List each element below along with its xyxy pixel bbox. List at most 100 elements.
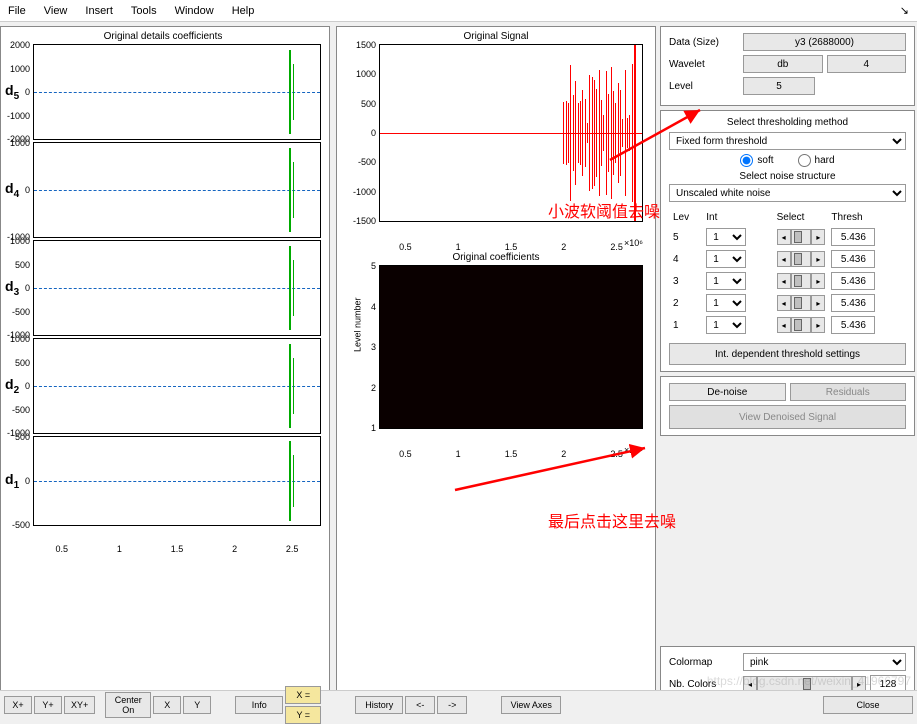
thresh-int-select[interactable]: 1 (706, 272, 746, 290)
menu-file[interactable]: File (8, 5, 26, 17)
thresh-slider-dec[interactable]: ◂ (777, 295, 791, 311)
thresh-slider[interactable] (791, 251, 812, 267)
denoise-button[interactable]: De-noise (669, 383, 786, 401)
thresh-row: 21 ◂ ▸ (671, 293, 904, 313)
level-value[interactable]: 5 (743, 77, 815, 95)
history-fwd[interactable]: -> (437, 696, 467, 714)
thresh-value[interactable] (831, 294, 875, 312)
zoom-y-plus[interactable]: Y+ (34, 696, 62, 714)
coord-y: Y = (285, 706, 321, 724)
residuals-button[interactable]: Residuals (790, 383, 907, 401)
detail-plot-d3: 10005000-500-1000 (33, 240, 321, 336)
nbcolors-label: Nb. Colors (669, 679, 739, 690)
detail-plot-d2: 10005000-500-1000 (33, 338, 321, 434)
col-int: Int (704, 210, 772, 225)
thresh-slider[interactable] (791, 229, 812, 245)
thresh-slider-inc[interactable]: ▸ (811, 251, 825, 267)
coef-xexp: ×10⁶ (624, 445, 643, 455)
thresh-slider-inc[interactable]: ▸ (811, 295, 825, 311)
menu-insert[interactable]: Insert (85, 5, 113, 17)
detail-plot-d4: 10000-1000 (33, 142, 321, 238)
thresh-int-select[interactable]: 1 (706, 228, 746, 246)
details-title: Original details coefficients (5, 31, 321, 42)
thresh-lev: 4 (671, 249, 702, 269)
thresh-slider[interactable] (791, 295, 812, 311)
history-button[interactable]: History (355, 696, 403, 714)
data-size-value[interactable]: y3 (2688000) (743, 33, 906, 51)
details-panel: Original details coefficients d520001000… (0, 26, 330, 704)
close-button[interactable]: Close (823, 696, 913, 714)
noise-struct-select[interactable]: Unscaled white noise (669, 184, 906, 202)
wavelet-number[interactable]: 4 (827, 55, 907, 73)
thresh-value[interactable] (831, 228, 875, 246)
colormap-select[interactable]: pink (743, 653, 906, 671)
view-denoised-button[interactable]: View Denoised Signal (669, 405, 906, 429)
radio-hard-input[interactable] (798, 154, 811, 167)
wavelet-family[interactable]: db (743, 55, 823, 73)
col-lev: Lev (671, 210, 702, 225)
colormap-label: Colormap (669, 657, 739, 668)
wavelet-label: Wavelet (669, 59, 739, 70)
menubar: File View Insert Tools Window Help ↘ (0, 0, 917, 22)
details-xaxis: 0.511.522.5 (33, 544, 321, 556)
coef-ylabel: Level number (352, 297, 362, 352)
thresh-lev: 5 (671, 227, 702, 247)
controls-panel: Data (Size) y3 (2688000) Wavelet db 4 Le… (660, 26, 915, 704)
thresh-row: 31 ◂ ▸ (671, 271, 904, 291)
center-on-button[interactable]: Center On (105, 692, 151, 718)
thresh-slider-inc[interactable]: ▸ (811, 317, 825, 333)
close-icon[interactable]: ↘ (900, 4, 909, 17)
radio-hard[interactable]: hard (798, 154, 835, 167)
thresh-row: 41 ◂ ▸ (671, 249, 904, 269)
info-button[interactable]: Info (235, 696, 283, 714)
history-back[interactable]: <- (405, 696, 435, 714)
level-label: Level (669, 81, 739, 92)
radio-soft[interactable]: soft (740, 154, 773, 167)
coord-x: X = (285, 686, 321, 704)
signal-panel: Original Signal 150010005000-500-1000-15… (336, 26, 656, 704)
thresh-slider-dec[interactable]: ◂ (777, 251, 791, 267)
data-size-label: Data (Size) (669, 37, 739, 48)
thresh-value[interactable] (831, 272, 875, 290)
detail-plot-d5: 200010000-1000-2000 (33, 44, 321, 140)
thresh-value[interactable] (831, 250, 875, 268)
thresh-lev: 1 (671, 315, 702, 335)
thresh-row: 51 ◂ ▸ (671, 227, 904, 247)
col-select: Select (775, 210, 828, 225)
thresh-lev: 2 (671, 293, 702, 313)
thresh-int-select[interactable]: 1 (706, 316, 746, 334)
thresh-row: 11 ◂ ▸ (671, 315, 904, 335)
thresh-slider-inc[interactable]: ▸ (811, 273, 825, 289)
zoom-x-plus[interactable]: X+ (4, 696, 32, 714)
radio-soft-input[interactable] (740, 154, 753, 167)
thresh-slider-inc[interactable]: ▸ (811, 229, 825, 245)
int-dependent-button[interactable]: Int. dependent threshold settings (669, 343, 906, 365)
menu-view[interactable]: View (44, 5, 68, 17)
thresh-slider-dec[interactable]: ◂ (777, 317, 791, 333)
bottom-toolbar: X+ Y+ XY+ Center On X Y Info X = Y = His… (0, 690, 917, 718)
view-axes-button[interactable]: View Axes (501, 696, 561, 714)
menu-help[interactable]: Help (232, 5, 255, 17)
coef-xaxis: 0.511.522.5 (379, 449, 643, 461)
coef-plot: 54321 Level number (379, 265, 643, 429)
thresh-method-select[interactable]: Fixed form threshold (669, 132, 906, 150)
thresh-value[interactable] (831, 316, 875, 334)
thresh-lev: 3 (671, 271, 702, 291)
zoom-xy-plus[interactable]: XY+ (64, 696, 95, 714)
thresh-int-select[interactable]: 1 (706, 294, 746, 312)
noise-struct-title: Select noise structure (669, 171, 906, 182)
thresh-slider[interactable] (791, 317, 812, 333)
thresh-method-title: Select thresholding method (669, 117, 906, 128)
center-y[interactable]: Y (183, 696, 211, 714)
signal-title: Original Signal (341, 31, 651, 42)
thresh-slider[interactable] (791, 273, 812, 289)
signal-xaxis: 0.511.522.5 (379, 242, 643, 254)
thresh-int-select[interactable]: 1 (706, 250, 746, 268)
signal-plot: 150010005000-500-1000-1500 (379, 44, 643, 222)
menu-tools[interactable]: Tools (131, 5, 157, 17)
center-x[interactable]: X (153, 696, 181, 714)
thresh-slider-dec[interactable]: ◂ (777, 273, 791, 289)
detail-plot-d1: 5000-500 (33, 436, 321, 526)
menu-window[interactable]: Window (175, 5, 214, 17)
thresh-slider-dec[interactable]: ◂ (777, 229, 791, 245)
